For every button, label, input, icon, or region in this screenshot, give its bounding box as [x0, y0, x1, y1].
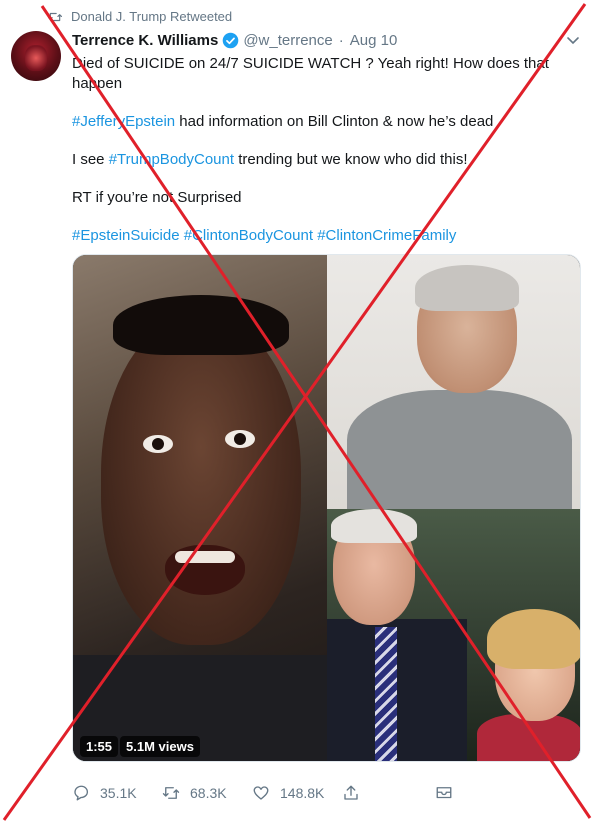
tweet-actions-bar: 35.1K 68.3K 148.8K: [72, 784, 492, 806]
tweet-line-2-text: had information on Bill Clinton & now he…: [175, 113, 494, 130]
dm-icon: [436, 787, 452, 799]
dm-button[interactable]: [435, 784, 453, 802]
couple-photo: [327, 509, 580, 761]
author-name[interactable]: Terrence K. Williams: [72, 32, 218, 49]
reply-button[interactable]: 35.1K: [72, 784, 137, 802]
video-views-badge: 5.1M views: [120, 736, 200, 757]
video-duration-badge: 1:55: [80, 736, 119, 757]
separator-dot: ·: [338, 32, 344, 49]
tweet-header: Terrence K. Williams @w_terrence · Aug 1…: [72, 32, 397, 49]
retweet-icon: [48, 12, 62, 21]
retweet-action-icon: [162, 787, 180, 799]
hashtag-clintonbodycount[interactable]: #ClintonBodyCount: [184, 227, 313, 244]
chevron-down-icon[interactable]: [566, 36, 580, 46]
verified-badge-icon: [223, 32, 239, 49]
retweet-count: 68.3K: [190, 785, 227, 801]
hashtag-epsteinsuicide[interactable]: #EpsteinSuicide: [72, 227, 180, 244]
reply-count: 35.1K: [100, 785, 137, 801]
tweet-line-2: #JefferyEpstein had information on Bill …: [72, 112, 577, 132]
tweet-date[interactable]: Aug 10: [350, 32, 398, 49]
share-icon: [344, 785, 358, 800]
hashtag-clintoncrimefamily[interactable]: #ClintonCrimeFamily: [317, 227, 456, 244]
heart-icon: [253, 786, 269, 800]
tweet-line-1: Died of SUICIDE on 24/7 SUICIDE WATCH ? …: [72, 55, 549, 92]
tweet-line-4: RT if you’re not Surprised: [72, 189, 242, 206]
hashtag-jefferyepstein[interactable]: #JefferyEpstein: [72, 113, 175, 130]
like-count: 148.8K: [280, 785, 325, 801]
mugshot-photo: [327, 255, 580, 515]
retweet-banner-text: Donald J. Trump Retweeted: [71, 9, 233, 24]
tweet-line-3-text: trending but we know who did this!: [234, 151, 468, 168]
tweet-media-video[interactable]: 1:55 5.1M views: [72, 254, 581, 762]
author-handle[interactable]: @w_terrence: [243, 32, 332, 49]
tweet-hashtags: #EpsteinSuicide #ClintonBodyCount #Clint…: [72, 226, 577, 246]
hashtag-trumpbodycount[interactable]: #TrumpBodyCount: [109, 151, 234, 168]
reply-icon: [74, 785, 89, 801]
like-button[interactable]: 148.8K: [252, 784, 324, 802]
tweet-line-3: I see #TrumpBodyCount trending but we kn…: [72, 150, 577, 170]
tweet-line-3-prefix: I see: [72, 151, 109, 168]
share-button[interactable]: [342, 784, 360, 802]
avatar[interactable]: [11, 31, 61, 81]
retweet-banner[interactable]: Donald J. Trump Retweeted: [48, 9, 232, 24]
video-speaker-frame: [73, 255, 327, 761]
retweet-button[interactable]: 68.3K: [162, 784, 227, 802]
